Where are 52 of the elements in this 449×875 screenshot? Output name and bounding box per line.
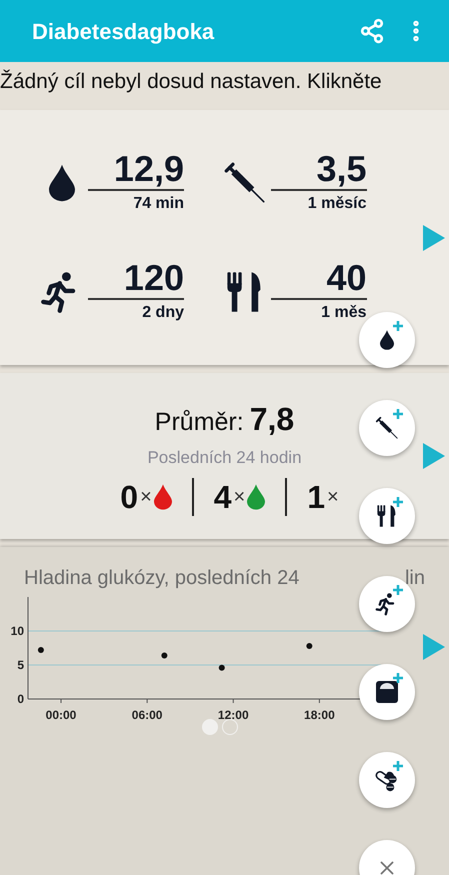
average-value: 7,8 bbox=[250, 400, 294, 439]
drop-icon bbox=[247, 484, 266, 510]
stat-value: 120 bbox=[124, 258, 184, 298]
count-value: 4 bbox=[214, 478, 232, 516]
plus-icon bbox=[393, 321, 403, 331]
goal-banner[interactable]: Žádný cíl nebyl dosud nastaven. Klikněte bbox=[0, 66, 382, 98]
syringe-icon bbox=[222, 160, 266, 205]
axis-label: 18:00 bbox=[304, 708, 335, 722]
times-sign: × bbox=[327, 484, 339, 510]
drop-icon bbox=[380, 330, 394, 350]
plus-icon bbox=[393, 409, 403, 419]
drop-icon bbox=[154, 484, 172, 510]
stat-value: 3,5 bbox=[316, 148, 366, 189]
stat-value: 12,9 bbox=[114, 148, 184, 189]
plus-icon bbox=[393, 761, 403, 771]
data-point bbox=[38, 647, 44, 654]
times-sign: × bbox=[140, 484, 152, 510]
syringe-icon bbox=[375, 416, 399, 440]
count-value: 0 bbox=[120, 478, 138, 516]
axis-label: 00:00 bbox=[46, 708, 76, 722]
count-value: 1 bbox=[307, 478, 326, 516]
average-card[interactable]: Průměr: 7,8 Posledních 24 hodin 0× 4× 1× bbox=[0, 373, 449, 539]
chart-title: Hladina glukózy, posledních 24 bbox=[24, 566, 300, 591]
pills-icon bbox=[375, 768, 399, 792]
axis-label: 12:00 bbox=[218, 708, 249, 722]
axis-label: 5 bbox=[17, 658, 24, 672]
plus-icon bbox=[393, 673, 403, 683]
data-point bbox=[218, 664, 225, 671]
share-icon[interactable] bbox=[359, 18, 385, 44]
next-arrow-icon[interactable] bbox=[423, 224, 445, 250]
axis-label: 10 bbox=[10, 624, 24, 638]
axis-label: 06:00 bbox=[132, 708, 162, 722]
axis-label: 0 bbox=[17, 692, 24, 706]
stat-value: 40 bbox=[326, 258, 366, 298]
times-sign: × bbox=[234, 484, 246, 510]
data-point bbox=[306, 642, 312, 649]
average-label: Průměr: bbox=[154, 407, 244, 438]
app-title: Diabetesdagboka bbox=[32, 18, 216, 46]
stat-time: 1 měsíc bbox=[308, 194, 366, 214]
plus-icon bbox=[393, 585, 403, 595]
next-arrow-icon[interactable] bbox=[423, 443, 445, 469]
stat-time: 1 měs bbox=[321, 303, 366, 324]
scale-icon bbox=[375, 680, 399, 704]
period-label: Posledních 24 hodin bbox=[147, 447, 302, 469]
stat-time: 2 dny bbox=[142, 303, 184, 324]
chart-title: lin bbox=[404, 566, 425, 591]
drop-icon bbox=[49, 164, 75, 202]
chart-card[interactable]: Hladina glukózy, posledních 24 lin 0 5 10 00:00 06:00 12:00 18:00 bbox=[0, 547, 449, 875]
data-point bbox=[161, 652, 168, 658]
latest-card[interactable]: 12,9 74 min 3,5 1 měsíc 120 2 dny 40 1 měs bbox=[0, 110, 449, 365]
plus-icon bbox=[393, 497, 403, 507]
stat-time: 74 min bbox=[133, 194, 184, 214]
